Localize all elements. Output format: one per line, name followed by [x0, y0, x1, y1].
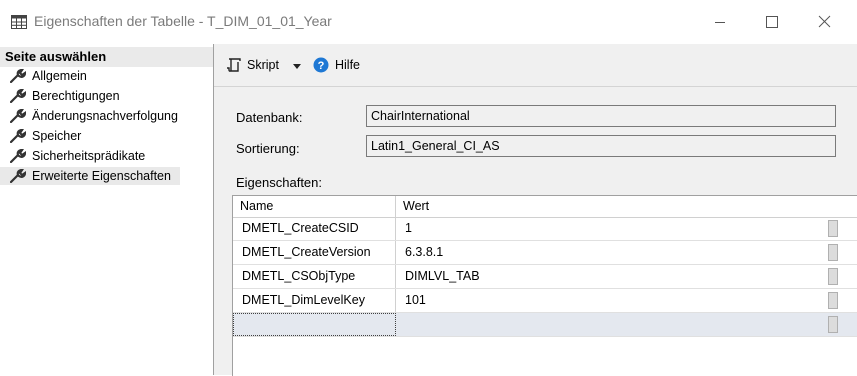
wrench-icon [10, 109, 26, 123]
collation-field[interactable]: Latin1_General_CI_AS [366, 135, 836, 157]
sidebar-item-label: Speicher [32, 129, 82, 143]
collation-label: Sortierung: [236, 141, 300, 156]
help-label: Hilfe [335, 58, 361, 72]
new-property-value-cell[interactable] [396, 313, 826, 336]
property-name-cell[interactable]: DMETL_CSObjType [233, 265, 396, 288]
sidebar-item-general[interactable]: Allgemein [0, 67, 87, 85]
wrench-icon [10, 89, 26, 103]
property-value-cell[interactable]: 101 [396, 289, 826, 312]
script-icon [227, 58, 241, 72]
sidebar-item-label: Berechtigungen [32, 89, 120, 103]
sidebar-item-change-tracking[interactable]: Änderungsnachverfolgung [0, 107, 178, 125]
table-row[interactable]: DMETL_CreateCSID 1 [233, 217, 857, 241]
property-value-cell[interactable]: 6.3.8.1 [396, 241, 826, 264]
close-icon [818, 15, 831, 28]
table-row[interactable]: DMETL_CreateVersion 6.3.8.1 [233, 241, 857, 265]
property-name-cell[interactable]: DMETL_DimLevelKey [233, 289, 396, 312]
table-row[interactable]: DMETL_CSObjType DIMLVL_TAB [233, 265, 857, 289]
page-selector-header: Seite auswählen [0, 47, 213, 67]
property-value-cell[interactable]: 1 [396, 217, 826, 240]
close-button[interactable] [810, 10, 840, 34]
property-name-cell[interactable]: DMETL_CreateVersion [233, 241, 396, 264]
svg-text:?: ? [318, 60, 325, 72]
minimize-button[interactable] [705, 10, 735, 34]
table-row[interactable]: DMETL_DimLevelKey 101 [233, 289, 857, 313]
sidebar-item-label: Änderungsnachverfolgung [32, 109, 178, 123]
database-label: Datenbank: [236, 110, 303, 125]
column-header-value[interactable]: Wert [396, 196, 826, 217]
table-icon [11, 15, 27, 29]
row-ellipsis-button[interactable] [828, 316, 838, 333]
row-ellipsis-button[interactable] [828, 244, 838, 261]
new-property-name-cell[interactable] [233, 313, 396, 336]
sidebar-item-extended-properties[interactable]: Erweiterte Eigenschaften [0, 167, 180, 185]
toolbar: Skript ? Hilfe [214, 44, 857, 87]
new-table-row[interactable] [233, 313, 857, 337]
column-header-name[interactable]: Name [233, 196, 396, 217]
property-name-cell[interactable]: DMETL_CreateCSID [233, 217, 396, 240]
page-selector-pane: Seite auswählen Allgemein Berechtigungen… [0, 44, 214, 375]
wrench-icon [10, 149, 26, 163]
title-bar: Eigenschaften der Tabelle - T_DIM_01_01_… [0, 0, 857, 45]
row-ellipsis-button[interactable] [828, 292, 838, 309]
sidebar-item-label: Sicherheitsprädikate [32, 149, 146, 163]
wrench-icon [10, 69, 26, 83]
script-label: Skript [247, 58, 279, 72]
sidebar-item-security-predicates[interactable]: Sicherheitsprädikate [0, 147, 145, 165]
sidebar-item-label: Allgemein [32, 69, 87, 83]
properties-grid: Name Wert DMETL_CreateCSID 1 DMETL_Creat… [232, 195, 857, 376]
maximize-button[interactable] [756, 10, 786, 34]
window-title: Eigenschaften der Tabelle - T_DIM_01_01_… [34, 13, 332, 29]
row-ellipsis-button[interactable] [828, 268, 838, 285]
properties-label: Eigenschaften: [236, 175, 323, 190]
property-value-cell[interactable]: DIMLVL_TAB [396, 265, 826, 288]
wrench-icon [10, 129, 26, 143]
maximize-icon [766, 16, 778, 28]
grid-header: Name Wert [233, 196, 857, 218]
sidebar-item-permissions[interactable]: Berechtigungen [0, 87, 120, 105]
minimize-icon [715, 22, 725, 23]
database-field[interactable]: ChairInternational [366, 105, 836, 127]
sidebar-item-label: Erweiterte Eigenschaften [32, 169, 171, 183]
row-ellipsis-button[interactable] [828, 220, 838, 237]
sidebar-item-storage[interactable]: Speicher [0, 127, 81, 145]
chevron-down-icon[interactable] [292, 63, 302, 71]
wrench-icon [10, 169, 26, 183]
help-icon: ? [313, 57, 329, 73]
